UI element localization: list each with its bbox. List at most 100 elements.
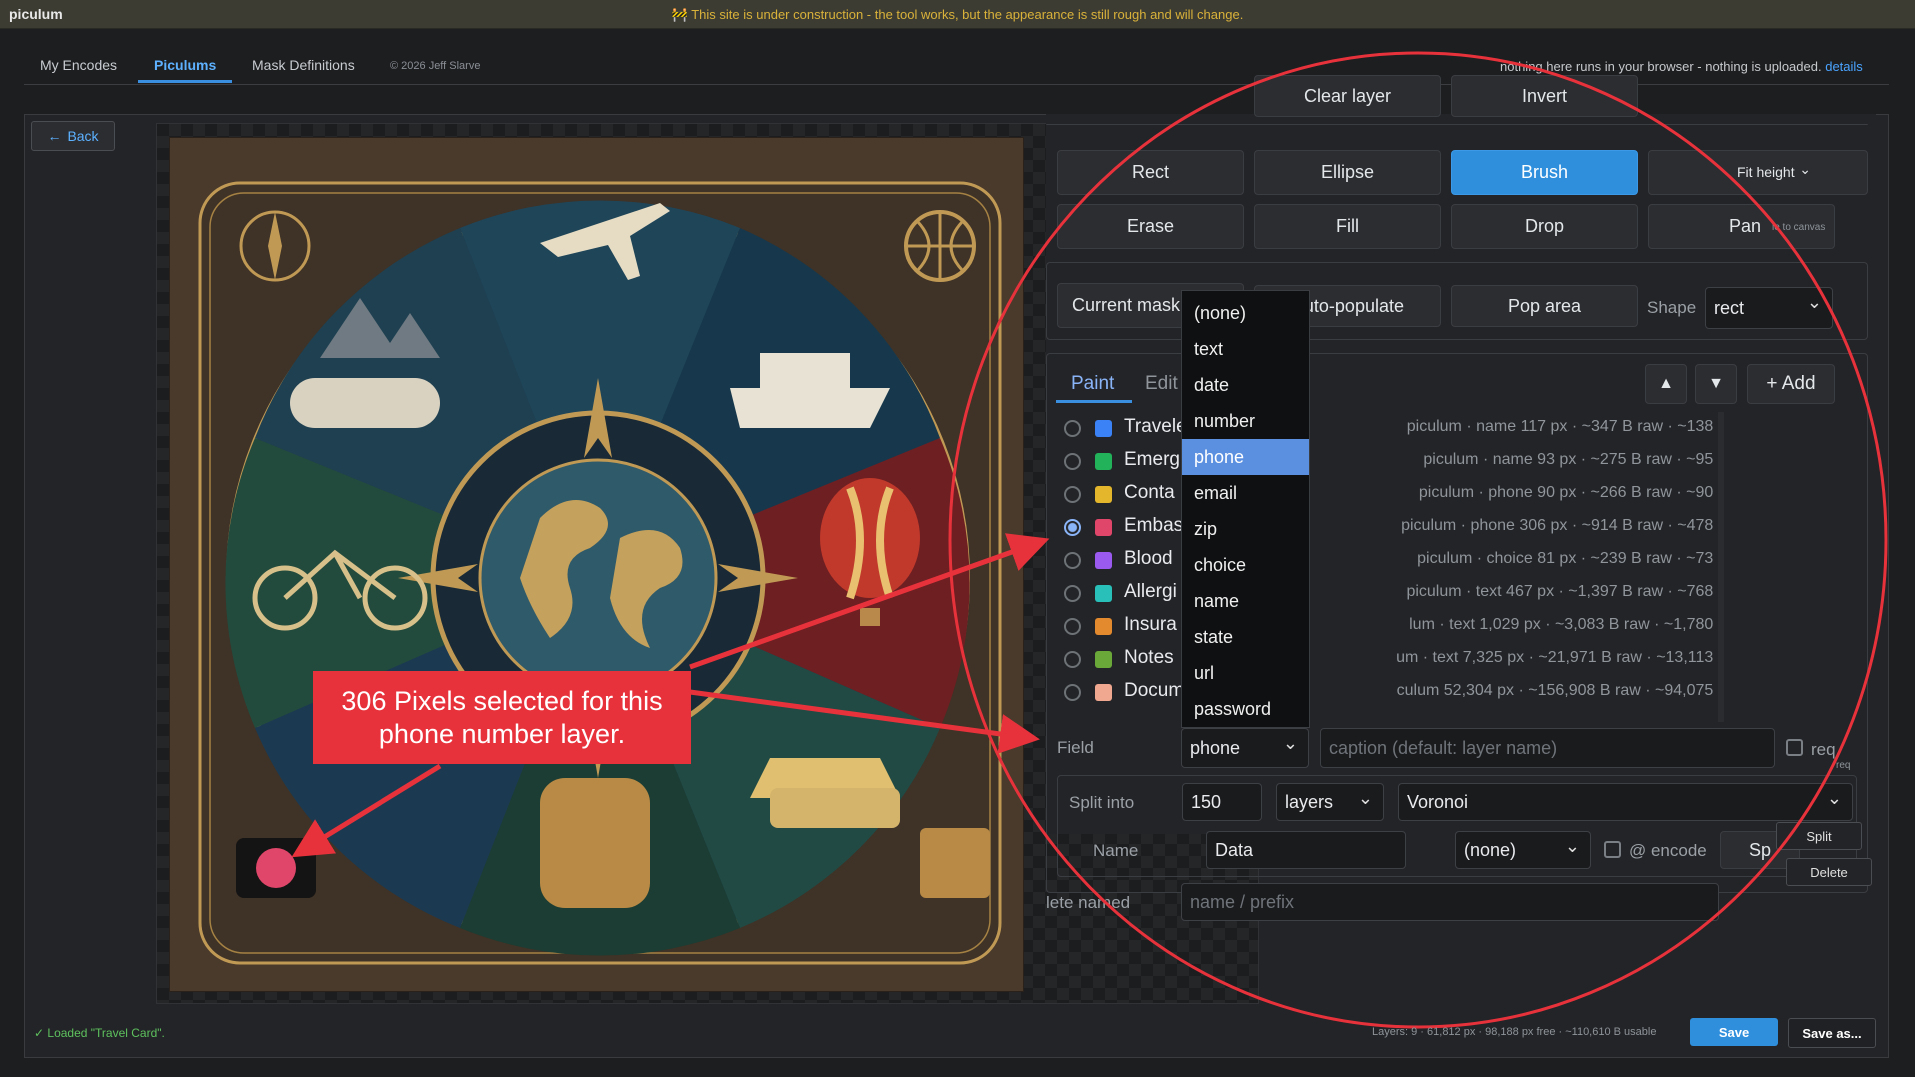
privacy-text: nothing here runs in your browser - noth… [1500,59,1822,74]
fit-select-value: Fit height [1737,164,1795,180]
layer-row[interactable]: Travele piculum · name 117 px · ~347 B ra… [1060,412,1720,444]
field-type-dropdown[interactable]: (none) text date number phone email zip … [1181,290,1310,728]
dropdown-option[interactable]: url [1182,655,1309,691]
copyright-text: © 2026 Jeff Slarve [390,60,481,72]
layer-color-swatch [1095,420,1112,437]
shape-select[interactable]: rect [1705,287,1833,329]
travel-illustration [198,181,1002,965]
back-button[interactable]: ← Back [31,121,115,151]
layer-radio[interactable] [1064,618,1081,635]
dropdown-option[interactable]: zip [1182,511,1309,547]
dropdown-option[interactable]: number [1182,403,1309,439]
delete-named-input[interactable]: name / prefix [1181,883,1719,921]
tab-edit[interactable]: Edit [1145,373,1178,395]
privacy-info: nothing here runs in your browser - noth… [1500,59,1863,74]
dropdown-option[interactable]: email [1182,475,1309,511]
layer-color-swatch [1095,519,1112,536]
layer-color-swatch [1095,684,1112,701]
layer-row[interactable]: Emerg piculum · name 93 px · ~275 B raw ·… [1060,445,1720,477]
encode-checkbox[interactable] [1604,841,1621,858]
add-layer-button[interactable]: + Add [1747,364,1835,404]
split-method-select[interactable]: Voronoi [1398,783,1853,821]
layer-radio[interactable] [1064,453,1081,470]
field-type-select[interactable]: phone [1181,728,1309,768]
construction-banner: 🚧 This site is under construction - the … [671,7,1244,22]
layer-list-scrollbar[interactable] [1718,412,1724,722]
tool-erase[interactable]: Erase [1057,204,1244,249]
layer-color-swatch [1095,651,1112,668]
save-as-button[interactable]: Save as... [1788,1018,1876,1048]
layer-radio[interactable] [1064,486,1081,503]
layer-radio[interactable] [1064,420,1081,437]
split-name-input[interactable]: Data [1206,831,1406,869]
tool-brush[interactable]: Brush [1451,150,1638,195]
split-into-label: Split into [1069,793,1135,812]
layer-radio[interactable] [1064,519,1081,536]
layer-radio[interactable] [1064,684,1081,701]
layer-name: Conta [1124,482,1175,503]
fit-note: le to canvas [1772,222,1826,233]
layer-color-swatch [1095,585,1112,602]
dropdown-option[interactable]: date [1182,367,1309,403]
details-link[interactable]: details [1825,59,1863,74]
encode-label: @ encode [1629,841,1707,860]
dropdown-option[interactable]: name [1182,583,1309,619]
tool-ellipse[interactable]: Ellipse [1254,150,1441,195]
tool-rect[interactable]: Rect [1057,150,1244,195]
arrow-left-icon: ← [47,128,62,144]
required-small-label: req [1836,760,1851,771]
divider [1046,124,1868,126]
pop-area-button[interactable]: Pop area [1451,285,1638,327]
dropdown-option[interactable]: text [1182,331,1309,367]
clear-layer-button[interactable]: Clear layer [1254,75,1441,117]
dropdown-option[interactable]: state [1182,619,1309,655]
tab-my-encodes[interactable]: My Encodes [40,57,117,73]
required-checkbox[interactable] [1786,739,1803,756]
split-name-type-select[interactable]: (none) [1455,831,1591,869]
layer-row[interactable]: Docum culum 52,304 px · ~156,908 B raw · … [1060,676,1720,708]
tab-paint[interactable]: Paint [1071,373,1114,395]
layer-name: Embas [1124,515,1184,536]
save-button[interactable]: Save [1690,1018,1778,1046]
layer-list: Travele piculum · name 117 px · ~347 B ra… [1060,412,1720,722]
layer-radio[interactable] [1064,552,1081,569]
split-unit-select[interactable]: layers [1276,783,1384,821]
layer-row[interactable]: Notes um · text 7,325 px · ~21,971 B raw … [1060,643,1720,675]
layer-color-swatch [1095,486,1112,503]
layer-row[interactable]: Blood piculum · choice 81 px · ~239 B raw… [1060,544,1720,576]
travel-card-image[interactable] [169,137,1024,992]
delete-button[interactable]: Delete [1786,858,1872,886]
layer-row-selected[interactable]: Embas piculum · phone 306 px · ~914 B raw… [1060,511,1720,543]
dropdown-option[interactable]: password [1182,691,1309,727]
required-label: req [1811,740,1836,759]
layer-row[interactable]: Conta piculum · phone 90 px · ~266 B raw … [1060,478,1720,510]
layer-name: Emerg [1124,449,1180,470]
layer-radio[interactable] [1064,585,1081,602]
tool-fill[interactable]: Fill [1254,204,1441,249]
layer-name: Travele [1124,416,1187,437]
layer-row[interactable]: Insura lum · text 1,029 px · ~3,083 B raw… [1060,610,1720,642]
dropdown-option[interactable]: (none) [1182,295,1309,331]
tab-piculums[interactable]: Piculums [154,57,216,73]
shape-label: Shape [1647,298,1697,317]
layer-radio[interactable] [1064,651,1081,668]
layer-color-swatch [1095,552,1112,569]
dropdown-option[interactable]: choice [1182,547,1309,583]
delete-named-label: lete named [1046,893,1131,912]
layer-name: Allergi [1124,581,1177,602]
move-down-button[interactable]: ▼ [1695,364,1737,404]
invert-button[interactable]: Invert [1451,75,1638,117]
layer-row[interactable]: Allergi piculum · text 467 px · ~1,397 B … [1060,577,1720,609]
caption-input[interactable]: caption (default: layer name) [1320,728,1775,768]
tool-drop[interactable]: Drop [1451,204,1638,249]
tab-mask-definitions[interactable]: Mask Definitions [252,57,355,73]
split-count-input[interactable]: 150 [1182,783,1262,821]
layer-stats: Layers: 9 · 61,812 px · 98,188 px free ·… [1372,1026,1657,1038]
move-up-button[interactable]: ▲ [1645,364,1687,404]
layer-name: Insura [1124,614,1177,635]
split-button[interactable]: Split [1776,822,1862,850]
back-label: Back [67,128,99,144]
active-tab-indicator [138,80,232,83]
dropdown-option-highlighted[interactable]: phone [1182,439,1309,475]
fit-select[interactable]: Fit height ⌄ [1648,150,1868,195]
